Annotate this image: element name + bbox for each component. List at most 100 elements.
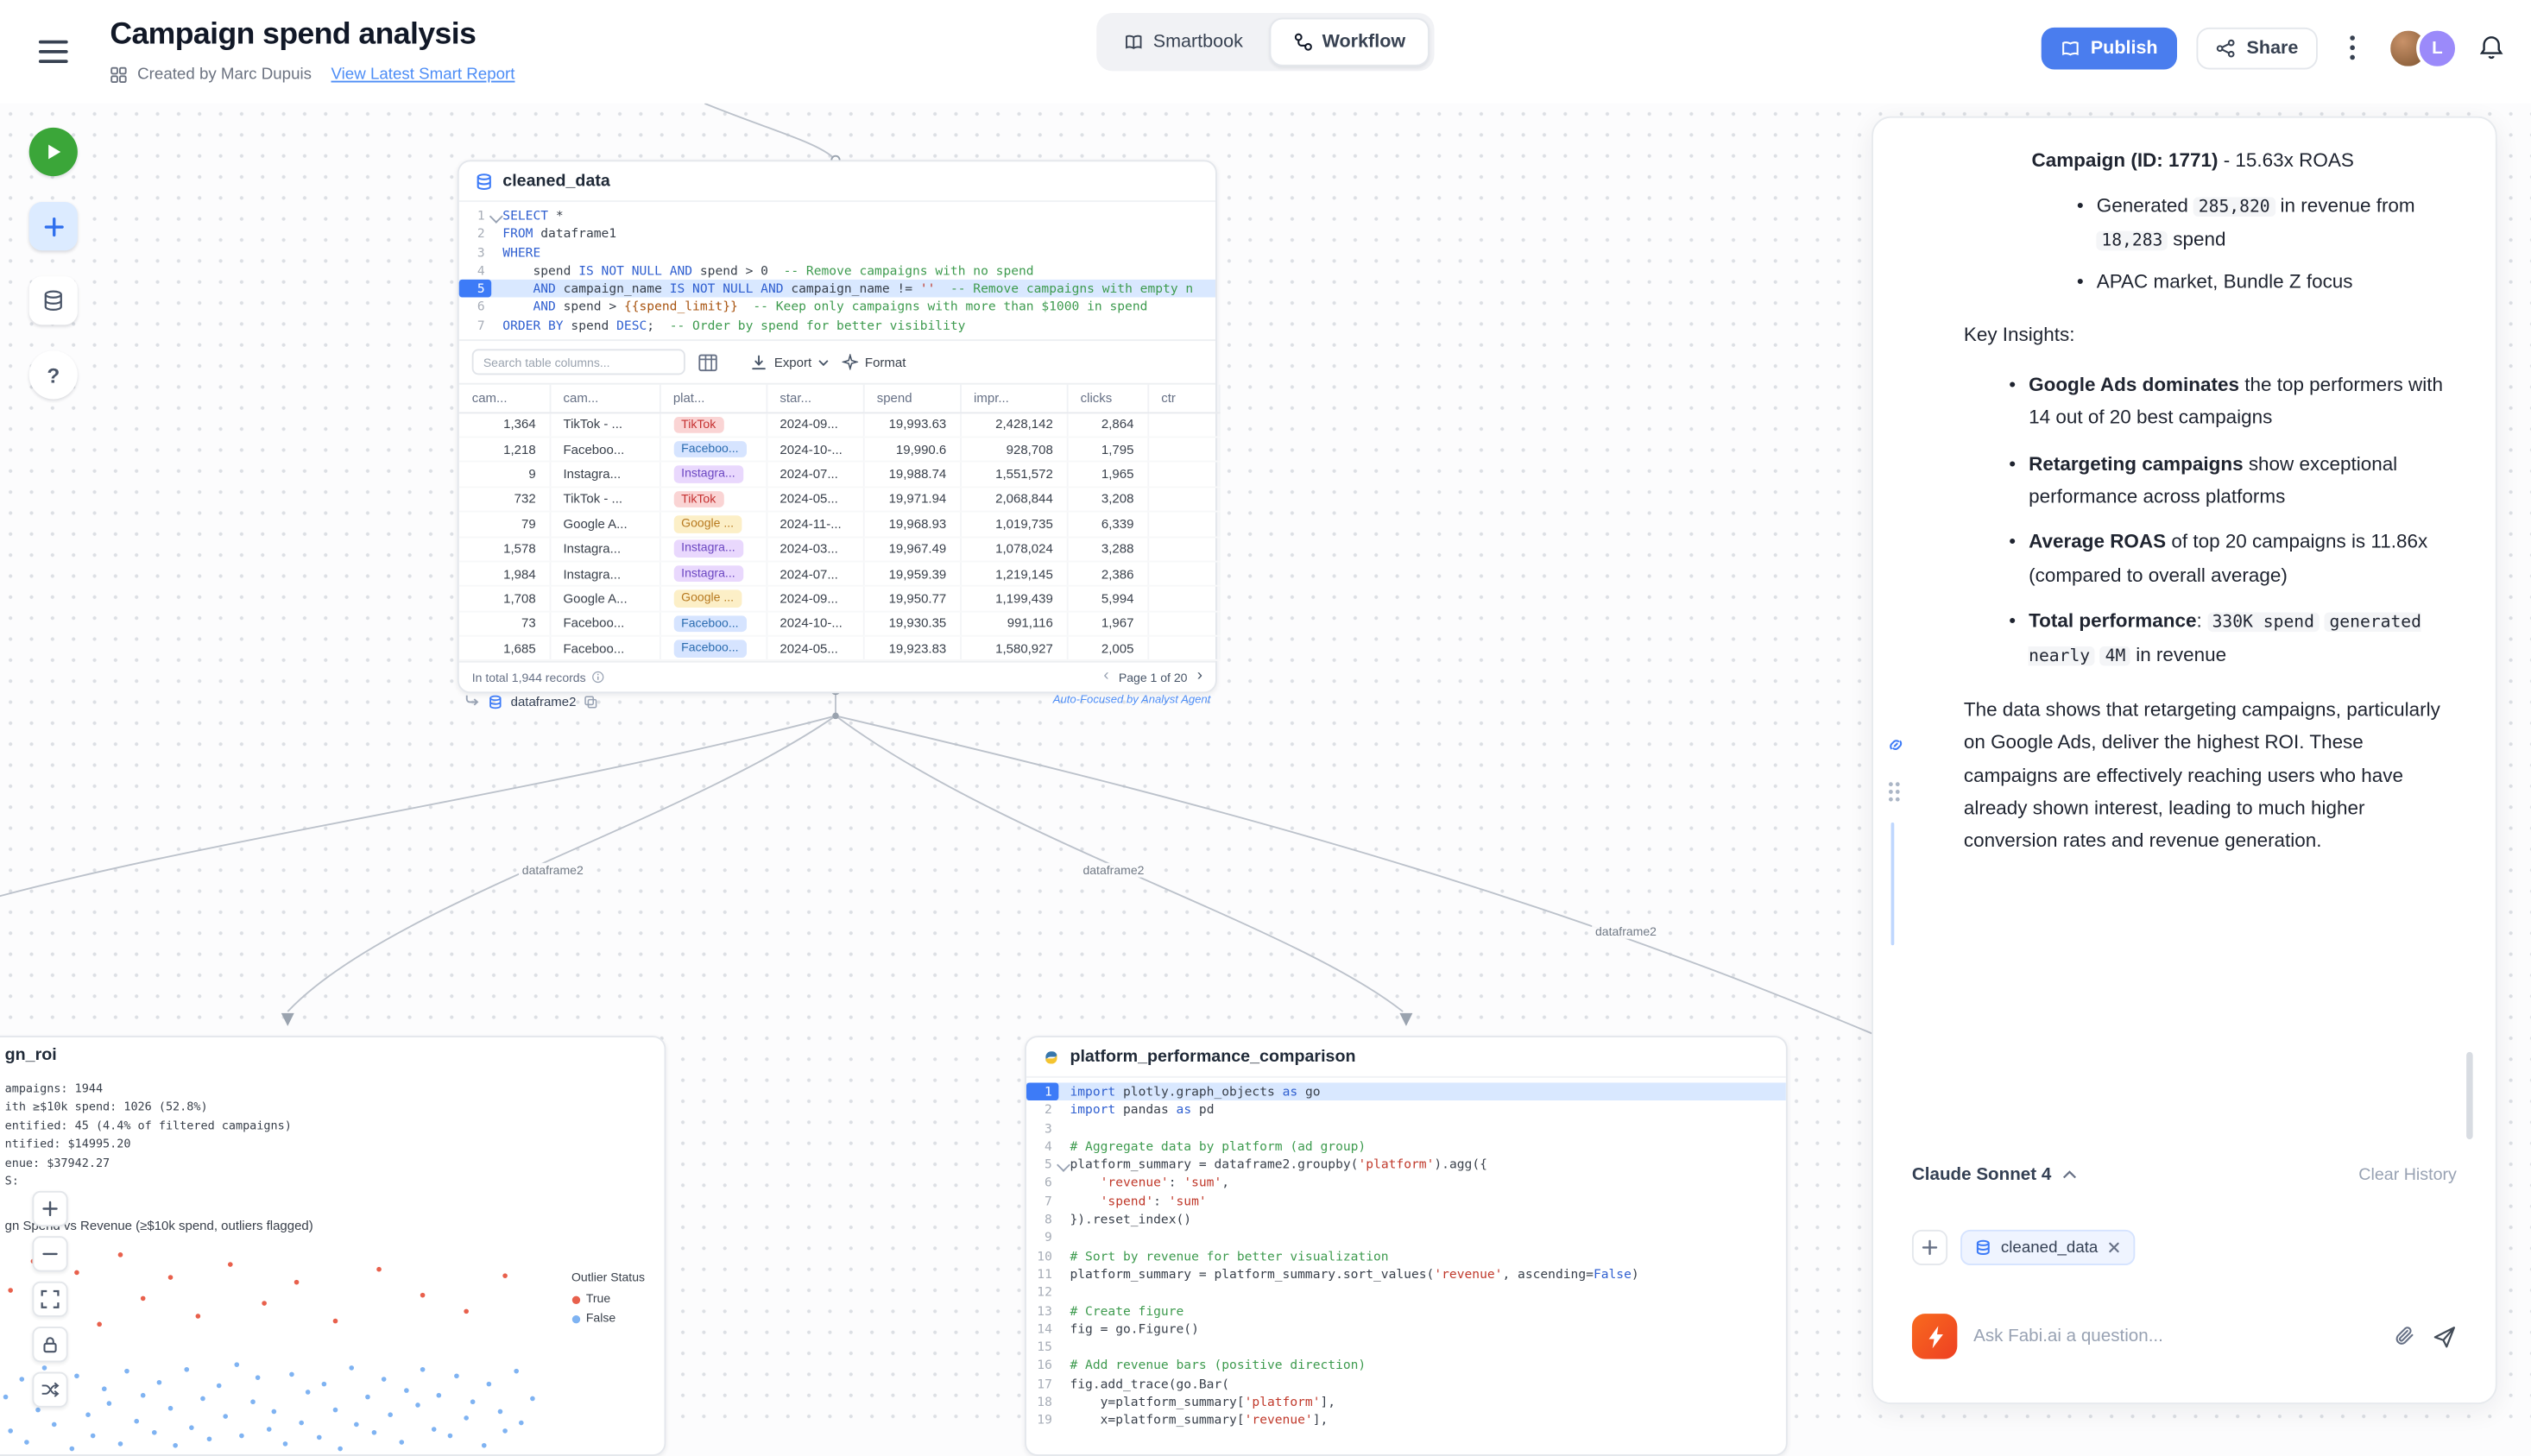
table-cell: 2024-03... [766,537,862,562]
legend-item[interactable]: False [571,1309,645,1328]
code-line: 1import plotly.graph_objects as go [1026,1082,1786,1100]
code-line: 17fig.add_trace(go.Bar( [1026,1375,1786,1393]
table-cell: 6,339 [1067,512,1148,537]
line-number: 6 [1026,1174,1058,1192]
add-cell-button[interactable] [29,202,78,250]
edge-label: dataframe2 [519,863,587,878]
question-icon: ? [47,362,60,387]
drag-handle-icon[interactable] [1886,780,1903,803]
search-columns-input[interactable] [472,350,685,375]
scatter-point [206,1437,211,1442]
table-row[interactable]: 1,984Instagra...Instagra...2024-07...19,… [459,561,1219,586]
tab-smartbook[interactable]: Smartbook [1101,18,1266,66]
scatter-point [497,1409,502,1415]
model-selector[interactable]: Claude Sonnet 4 [1912,1165,2077,1184]
column-header[interactable]: ctr [1147,385,1218,413]
help-button[interactable]: ? [29,350,78,399]
scatter-point [530,1396,535,1402]
line-number: 3 [1026,1119,1058,1138]
data-sources-button[interactable] [29,276,78,325]
platform-badge: Google ... [673,515,742,533]
python-code-editor[interactable]: 1import plotly.graph_objects as go2impor… [1026,1076,1786,1434]
table-row[interactable]: 1,364TikTok - ...TikTok2024-09...19,993.… [459,413,1219,438]
context-chip-cleaned-data[interactable]: cleaned_data [1960,1230,2135,1265]
table-cell [1147,462,1218,487]
scatter-point [19,1377,24,1383]
scatter-point [470,1399,475,1404]
table-cell [1147,561,1218,586]
export-button[interactable]: Export [750,353,830,371]
chat-input[interactable] [1973,1327,2377,1346]
scatter-point [201,1396,206,1402]
close-icon[interactable] [2108,1241,2121,1254]
tab-smartbook-label: Smartbook [1153,32,1243,51]
sql-code-editor[interactable]: 1SELECT *2FROM dataframe13WHERE4 spend I… [459,200,1215,339]
table-cell: Instagra... [550,561,660,586]
zoom-out-button[interactable] [32,1236,67,1271]
chat-message: The data shows that retargeting campaign… [1964,693,2453,858]
table-cell: TikTok - ... [550,487,660,512]
platform-badge: Instagra... [673,466,743,483]
table-row[interactable]: 1,685Faceboo...Faceboo...2024-05...19,92… [459,636,1219,661]
avatar-letter[interactable]: L [2416,27,2458,69]
column-header[interactable]: impr... [960,385,1067,413]
table-row[interactable]: 9Instagra...Instagra...2024-07...19,988.… [459,462,1219,487]
prev-page-icon[interactable]: ‹ [1103,670,1108,686]
table-row[interactable]: 1,218Faceboo...Faceboo...2024-10-...19,9… [459,437,1219,462]
scatter-plot[interactable] [0,1241,541,1454]
publish-button[interactable]: Publish [2041,27,2177,69]
menu-icon[interactable] [39,41,68,63]
table-row[interactable]: 732TikTok - ...TikTok2024-05...19,971.94… [459,487,1219,512]
scatter-point [520,1421,525,1426]
sql-node-cleaned-data[interactable]: cleaned_data 1SELECT *2FROM dataframe13W… [458,160,1217,694]
table-row[interactable]: 73Faceboo...Faceboo...2024-10-...19,930.… [459,611,1219,636]
add-context-button[interactable] [1912,1230,1947,1265]
column-header[interactable]: plat... [660,385,767,413]
fold-caret-icon[interactable] [489,209,503,223]
table-cell: 19,950.77 [863,586,960,611]
scatter-point [420,1292,426,1297]
scatter-point [157,1380,162,1385]
format-button[interactable]: Format [843,354,906,370]
clear-history-button[interactable]: Clear History [2358,1165,2457,1184]
zoom-in-button[interactable] [32,1191,67,1226]
reset-axes-button[interactable] [32,1372,67,1408]
table-row[interactable]: 1,708Google A...Google ...2024-09...19,9… [459,586,1219,611]
table-cell [1147,437,1218,462]
tab-workflow[interactable]: Workflow [1269,18,1430,66]
column-header[interactable]: spend [863,385,960,413]
table-cell: Faceboo... [550,611,660,636]
fullscreen-button[interactable] [32,1282,67,1317]
column-header[interactable]: star... [766,385,862,413]
fold-caret-icon[interactable] [1057,1157,1070,1171]
send-icon[interactable] [2433,1324,2457,1348]
scatter-point [69,1446,74,1451]
column-header[interactable]: clicks [1067,385,1148,413]
run-all-button[interactable] [29,128,78,176]
chat-scrollbar[interactable] [2466,1052,2472,1139]
edge-to-left-offscreen [0,715,836,904]
more-options-icon[interactable] [2337,26,2368,70]
node-title: gn_roi [5,1045,57,1064]
table-cell: TikTok [660,413,767,438]
python-node-platform-performance[interactable]: platform_performance_comparison 1import … [1025,1036,1788,1456]
link-anchor-icon[interactable] [1886,735,1905,754]
table-cell: 19,959.39 [863,561,960,586]
lock-axes-button[interactable] [32,1327,67,1362]
roi-chart-node[interactable]: gn_roi ampaigns: 1944ith ≥$10k spend: 10… [0,1036,666,1456]
context-row: cleaned_data [1873,1230,2496,1265]
latest-report-link[interactable]: View Latest Smart Report [331,66,514,85]
line-number: 5 [459,280,491,298]
next-page-icon[interactable]: › [1197,670,1202,686]
attachment-icon[interactable] [2394,1325,2416,1347]
table-row[interactable]: 79Google A...Google ...2024-11-...19,968… [459,512,1219,537]
table-row[interactable]: 1,578Instagra...Instagra...2024-03...19,… [459,537,1219,562]
column-header[interactable]: cam... [459,385,550,413]
table-cell: 2024-05... [766,636,862,661]
table-cell: 19,988.74 [863,462,960,487]
notifications-bell-icon[interactable] [2477,34,2505,61]
columns-icon[interactable] [698,353,717,371]
share-button[interactable]: Share [2197,27,2318,69]
legend-item[interactable]: True [571,1289,645,1308]
column-header[interactable]: cam... [550,385,660,413]
